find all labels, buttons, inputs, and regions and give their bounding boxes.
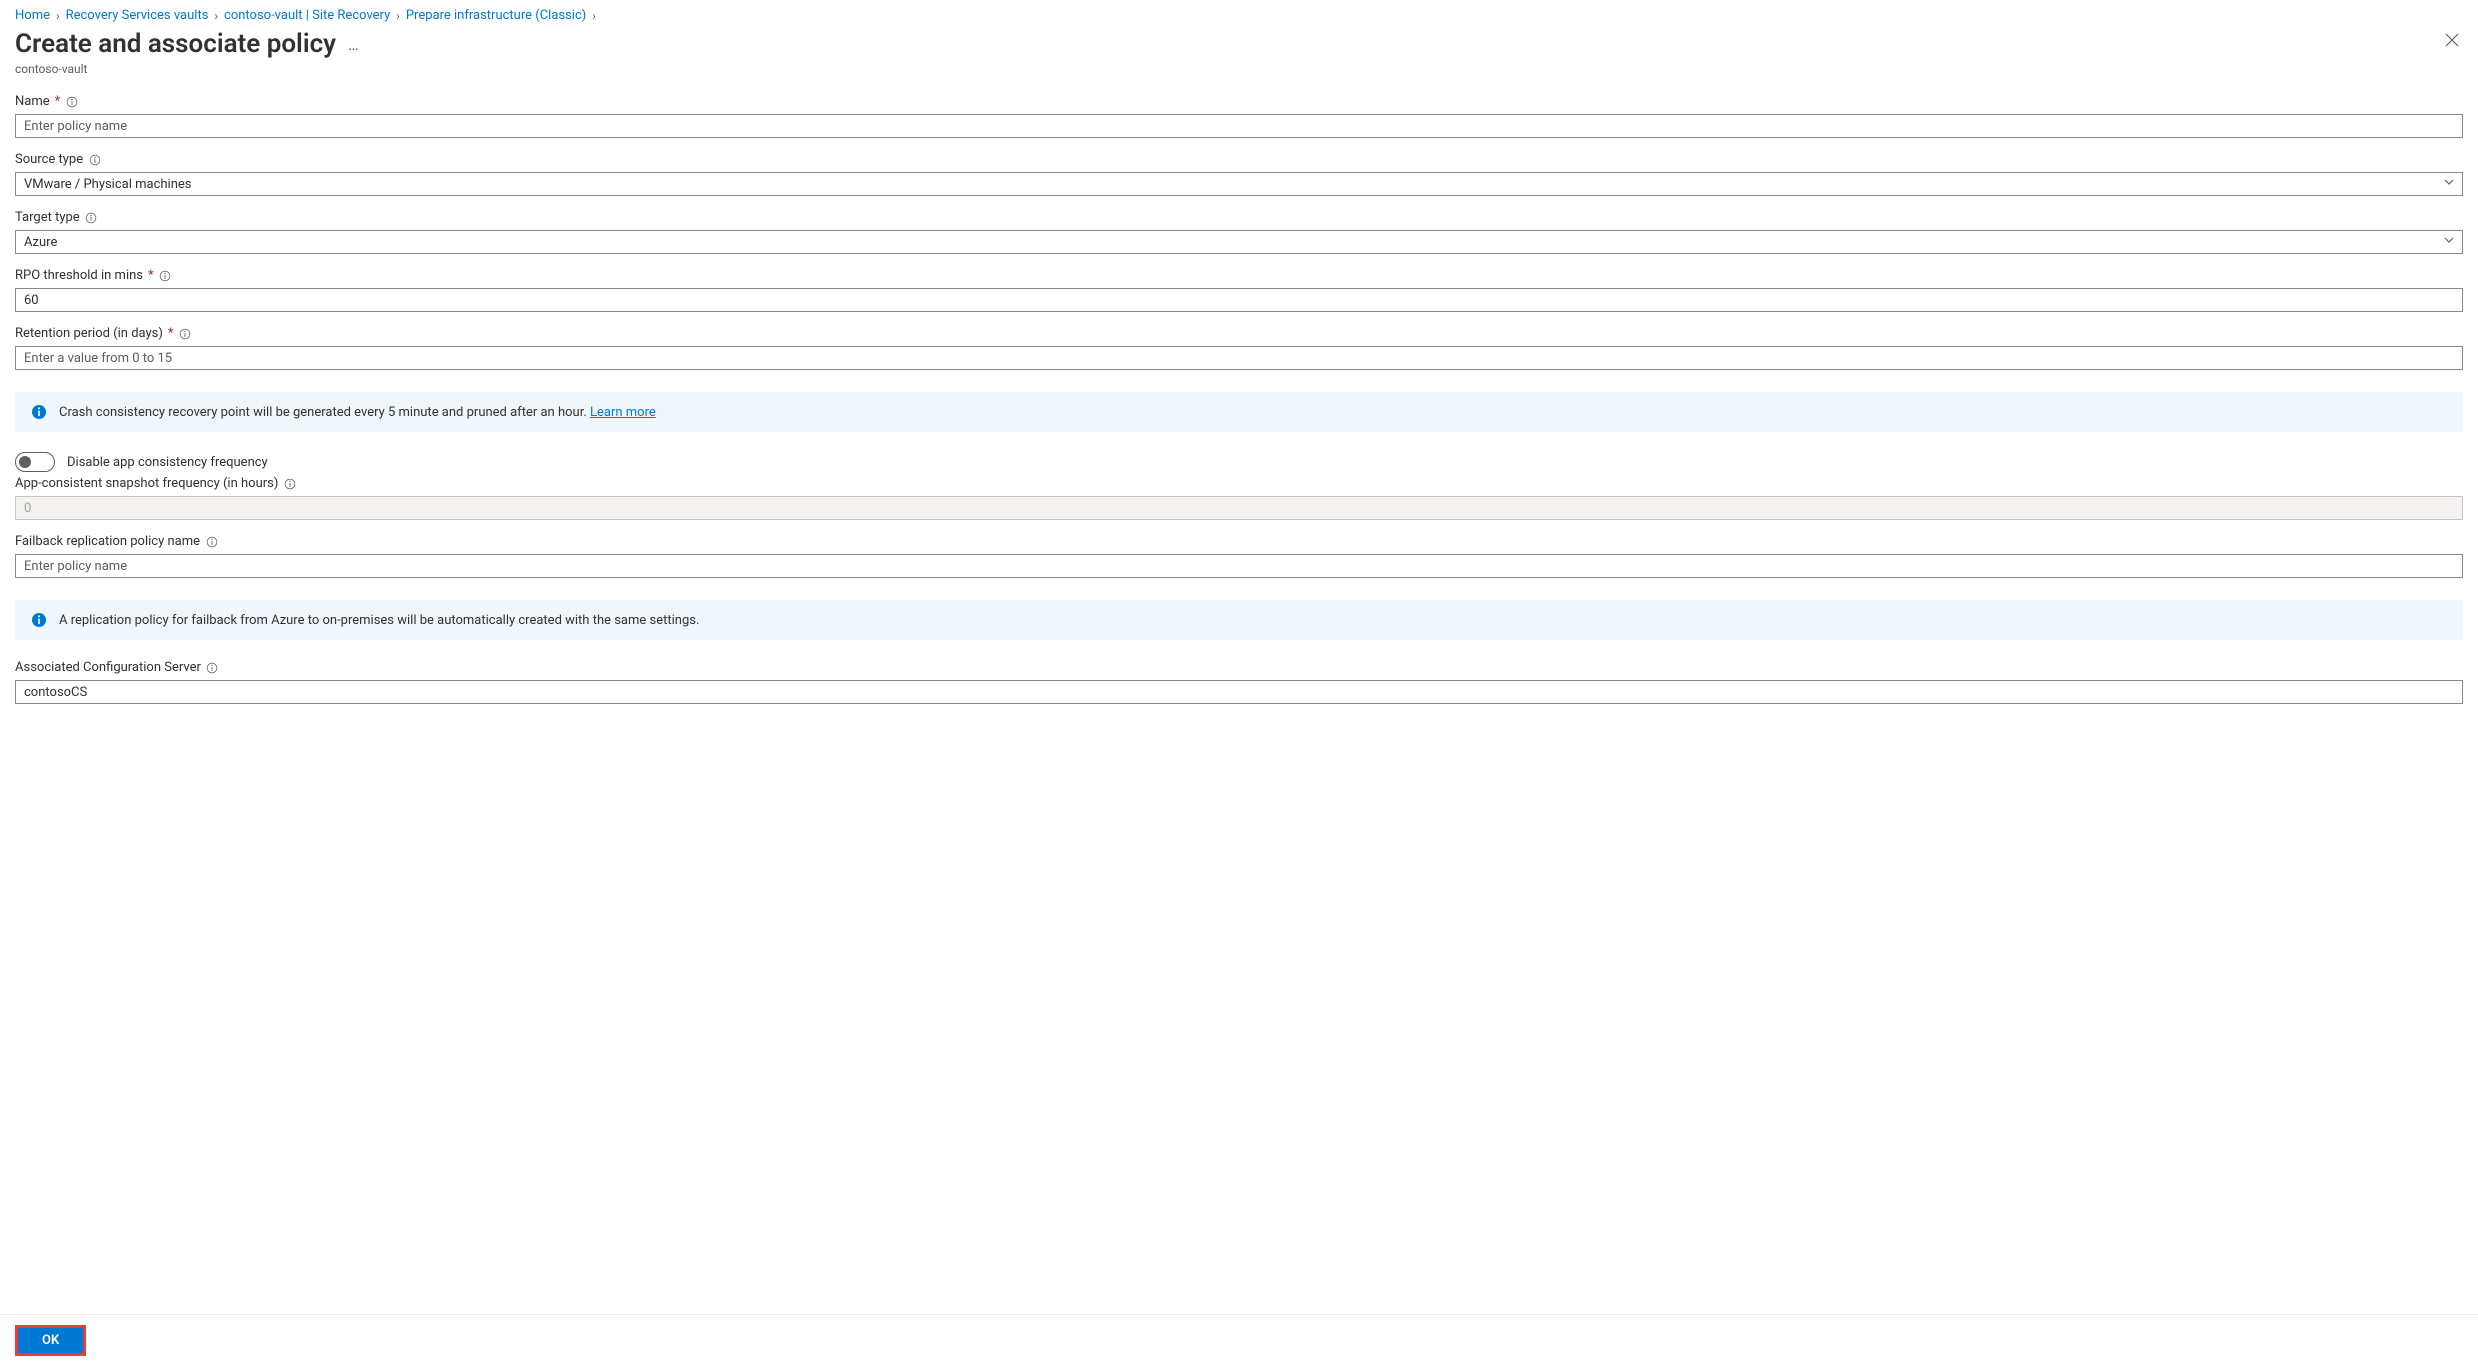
failback-banner: A replication policy for failback from A…	[15, 600, 2463, 640]
ok-highlight: OK	[15, 1325, 86, 1356]
info-icon[interactable]	[283, 477, 296, 490]
info-icon[interactable]	[205, 535, 218, 548]
info-icon[interactable]	[206, 661, 219, 674]
breadcrumb-vaults[interactable]: Recovery Services vaults	[66, 8, 209, 23]
crash-banner-text: Crash consistency recovery point will be…	[59, 405, 587, 420]
target-type-select[interactable]	[15, 230, 2463, 254]
chevron-right-icon: ›	[56, 9, 60, 23]
required-indicator: *	[148, 268, 154, 283]
info-icon[interactable]	[88, 153, 101, 166]
info-icon[interactable]	[85, 211, 98, 224]
source-type-select[interactable]	[15, 172, 2463, 196]
source-type-label: Source type	[15, 152, 83, 167]
breadcrumb-home[interactable]: Home	[15, 8, 50, 23]
breadcrumb-prepare-infra[interactable]: Prepare infrastructure (Classic)	[406, 8, 586, 23]
required-indicator: *	[168, 326, 174, 341]
toggle-label: Disable app consistency frequency	[67, 455, 268, 470]
learn-more-link[interactable]: Learn more	[590, 405, 656, 420]
chevron-right-icon: ›	[592, 9, 596, 23]
breadcrumb-site-recovery[interactable]: contoso-vault | Site Recovery	[224, 8, 390, 23]
info-icon[interactable]	[159, 269, 172, 282]
close-button[interactable]	[2441, 29, 2463, 54]
app-consistent-input	[15, 496, 2463, 520]
failback-policy-label: Failback replication policy name	[15, 534, 200, 549]
retention-input[interactable]	[15, 346, 2463, 370]
rpo-threshold-input[interactable]	[15, 288, 2463, 312]
app-consistent-label: App-consistent snapshot frequency (in ho…	[15, 476, 278, 491]
crash-consistency-banner: Crash consistency recovery point will be…	[15, 392, 2463, 432]
failback-policy-input[interactable]	[15, 554, 2463, 578]
target-type-label: Target type	[15, 210, 80, 225]
chevron-right-icon: ›	[396, 9, 400, 23]
config-server-label: Associated Configuration Server	[15, 660, 201, 675]
failback-banner-text: A replication policy for failback from A…	[59, 613, 699, 628]
name-input[interactable]	[15, 114, 2463, 138]
name-label: Name	[15, 94, 50, 109]
breadcrumb: Home › Recovery Services vaults › contos…	[15, 8, 2463, 29]
close-icon	[2445, 33, 2459, 47]
footer-bar: OK	[0, 1314, 2478, 1366]
rpo-threshold-label: RPO threshold in mins	[15, 268, 143, 283]
retention-label: Retention period (in days)	[15, 326, 163, 341]
ok-button[interactable]: OK	[18, 1328, 83, 1353]
toggle-knob	[19, 456, 31, 468]
info-filled-icon	[31, 404, 47, 420]
page-title: Create and associate policy	[15, 29, 336, 60]
more-actions-button[interactable]: …	[348, 37, 360, 53]
config-server-input[interactable]	[15, 680, 2463, 704]
disable-app-consistency-toggle[interactable]	[15, 452, 55, 472]
info-filled-icon	[31, 612, 47, 628]
required-indicator: *	[55, 94, 61, 109]
info-icon[interactable]	[65, 95, 78, 108]
chevron-right-icon: ›	[214, 9, 218, 23]
info-icon[interactable]	[179, 327, 192, 340]
page-subtitle: contoso-vault	[15, 62, 360, 76]
